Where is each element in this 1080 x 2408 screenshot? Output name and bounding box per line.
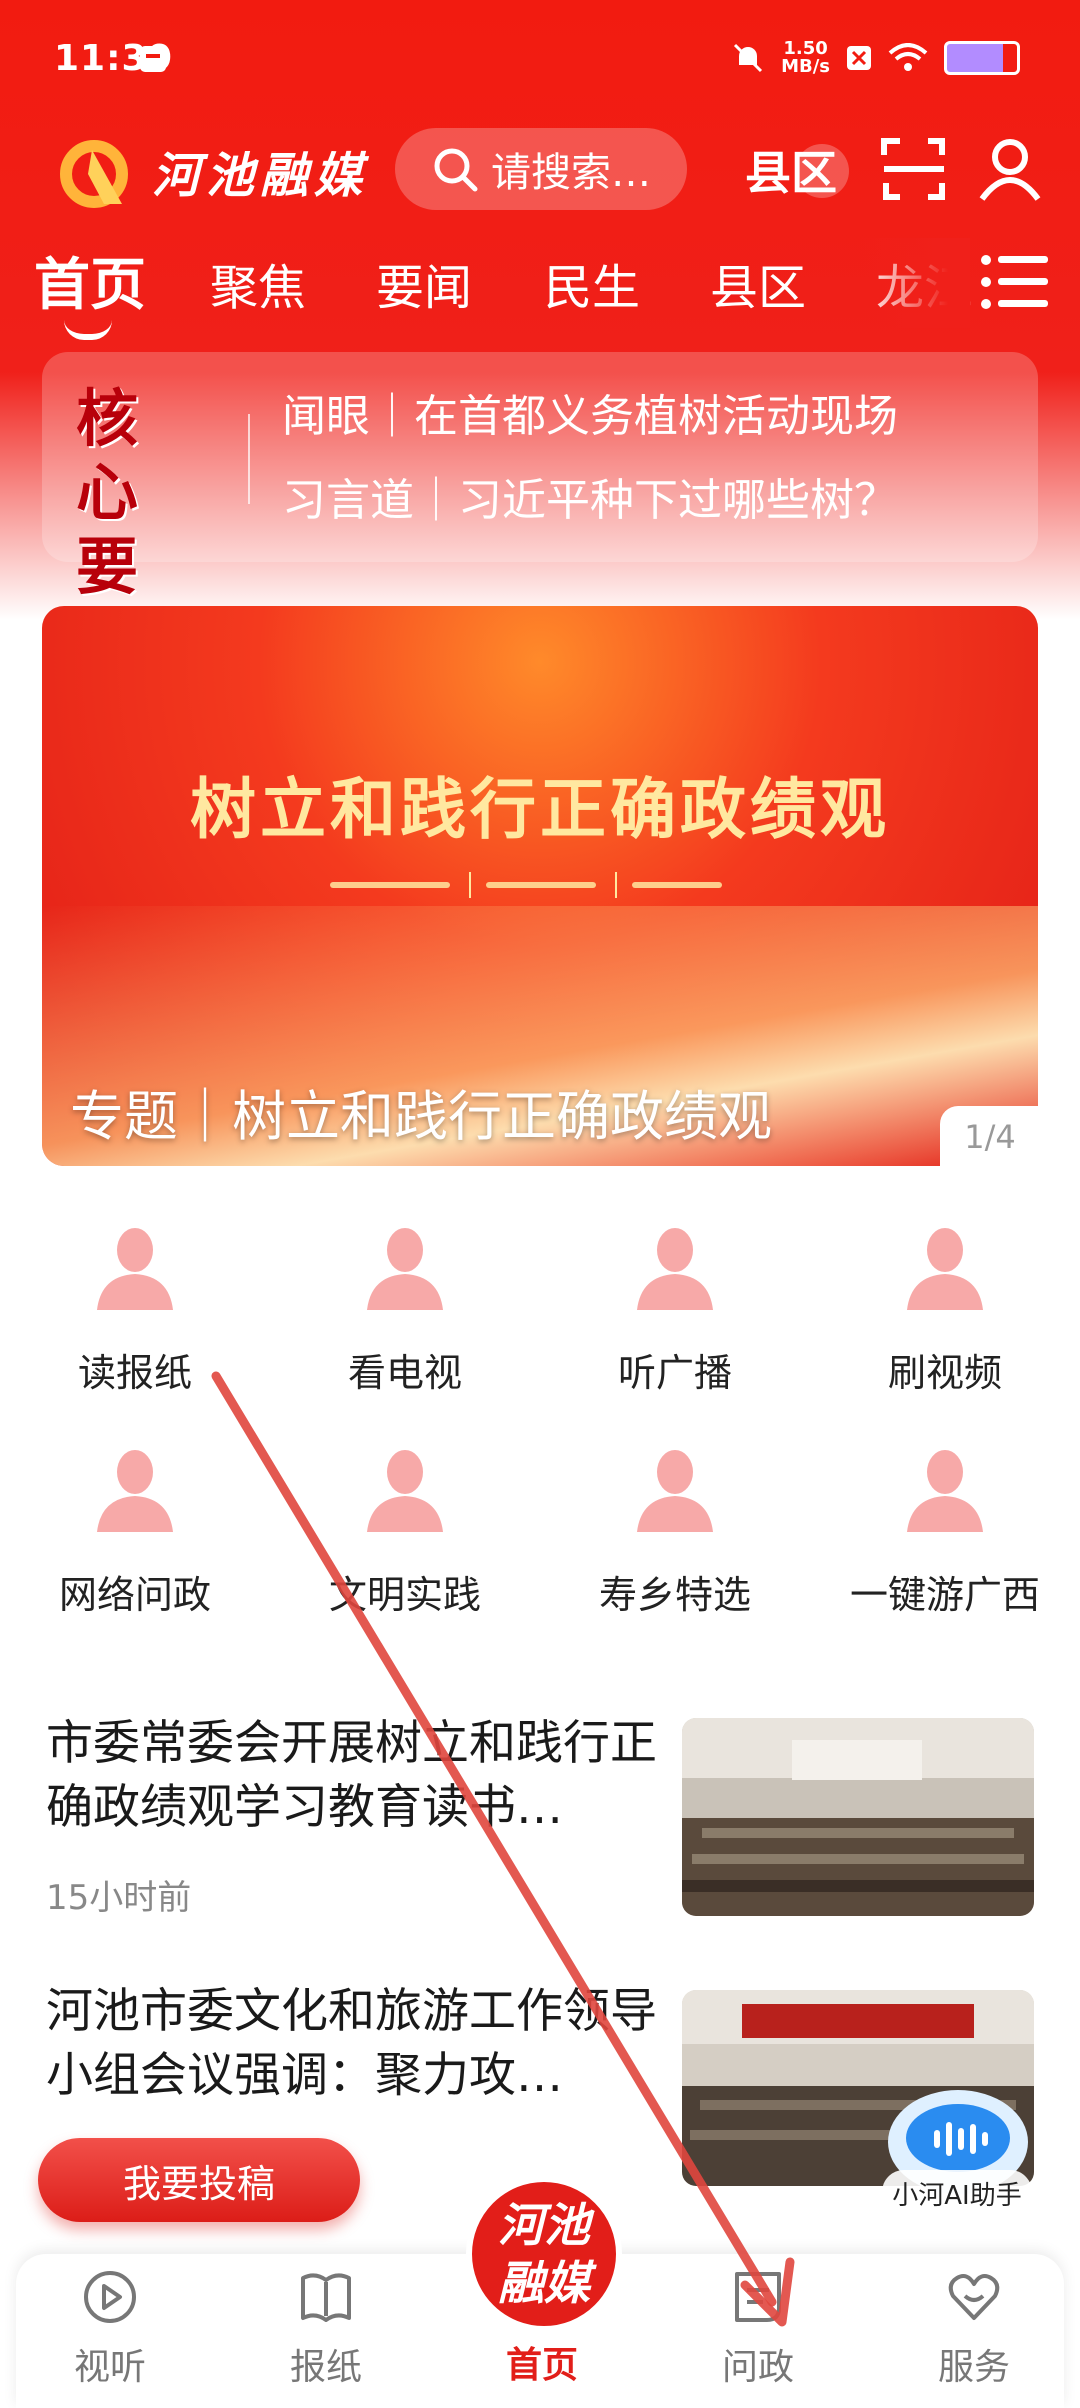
- nav-label: 服务: [937, 2347, 1010, 2388]
- notification-icon: [140, 46, 166, 72]
- nav-services[interactable]: 服务: [904, 2268, 1044, 2390]
- mute-icon: [734, 43, 763, 73]
- core-news-divider: [248, 414, 250, 504]
- app-logo: 河池融媒: [52, 130, 372, 210]
- network-speed-unit: MB/s: [781, 56, 830, 77]
- menu-icon[interactable]: [980, 252, 1050, 312]
- nav-label: 报纸: [289, 2347, 362, 2388]
- no-sim-icon: [847, 46, 871, 70]
- core-news-item[interactable]: 闻眼｜在首都义务植树活动现场: [282, 380, 1022, 444]
- nav-home[interactable]: 首页: [472, 2328, 612, 2388]
- play-circle-icon: [84, 2271, 136, 2323]
- service-radio[interactable]: 听广播: [540, 1222, 810, 1397]
- avatar-placeholder-icon: [97, 1450, 173, 1532]
- center-logo-button[interactable]: 河池 融媒: [466, 2176, 622, 2332]
- service-videos[interactable]: 刷视频: [810, 1222, 1080, 1397]
- news-item-title[interactable]: 市委常委会开展树立和践行正确政绩观学习教育读书…: [46, 1712, 666, 1840]
- search-icon: [434, 148, 478, 192]
- service-online-inquiry[interactable]: 网络问政: [0, 1444, 270, 1619]
- service-label: 看电视: [347, 1351, 462, 1395]
- avatar-placeholder-icon: [367, 1450, 443, 1532]
- search-placeholder: 请搜索…: [491, 150, 651, 196]
- county-label: 县区: [745, 146, 837, 200]
- service-label: 一键游广西: [849, 1573, 1040, 1617]
- service-civilization-practice[interactable]: 文明实践: [270, 1444, 540, 1619]
- nav-label: 视听: [73, 2347, 146, 2388]
- service-watch-tv[interactable]: 看电视: [270, 1222, 540, 1397]
- tab-county[interactable]: 县区: [710, 248, 806, 318]
- banner-headline: 树立和践行正确政绩观: [190, 771, 890, 848]
- nav-audio-video[interactable]: 视听: [40, 2268, 180, 2390]
- avatar-placeholder-icon: [637, 1228, 713, 1310]
- avatar-placeholder-icon: [637, 1450, 713, 1532]
- avatar-placeholder-icon: [907, 1228, 983, 1310]
- tab-home[interactable]: 首页: [34, 240, 146, 321]
- tab-livelihood[interactable]: 民生: [544, 248, 640, 318]
- core-news-label-line1: 核心: [76, 382, 139, 529]
- banner-caption: 专题｜树立和践行正确政绩观: [70, 1085, 772, 1148]
- core-news-card: 核心 要闻 闻眼｜在首都义务植树活动现场 习言道｜习近平种下过哪些树？: [42, 352, 1038, 677]
- topic-banner[interactable]: 树立和践行正确政绩观 专题｜树立和践行正确政绩观: [42, 606, 1038, 1166]
- service-label: 文明实践: [328, 1573, 481, 1617]
- battery-icon: [944, 41, 1020, 75]
- avatar-placeholder-icon: [97, 1228, 173, 1310]
- logo-wordmark: 河池融媒: [152, 148, 369, 204]
- news-thumbnail[interactable]: [682, 1718, 1034, 1916]
- service-read-newspaper[interactable]: 读报纸: [0, 1222, 270, 1397]
- nav-newspaper[interactable]: 报纸: [256, 2268, 396, 2390]
- logo-mark-icon: [60, 140, 128, 208]
- news-item-time: 15小时前: [46, 1878, 192, 1918]
- user-icon[interactable]: [976, 135, 1044, 203]
- book-icon: [301, 2273, 351, 2322]
- message-icon: [735, 2272, 781, 2322]
- banner-brand-logos: [42, 868, 1038, 909]
- service-longevity-selection[interactable]: 寿乡特选: [540, 1444, 810, 1619]
- brand-logo-strip: [330, 872, 722, 898]
- nav-label: 问政: [721, 2347, 794, 2388]
- banner-pager: 1/4: [940, 1106, 1040, 1168]
- avatar-placeholder-icon: [907, 1450, 983, 1532]
- service-label: 听广播: [617, 1351, 732, 1395]
- tab-headlines[interactable]: 要闻: [376, 248, 472, 318]
- service-label: 刷视频: [887, 1351, 1002, 1395]
- news-item-title[interactable]: 河池市委文化和旅游工作领导小组会议强调：聚力攻…: [46, 1980, 666, 2108]
- scan-icon[interactable]: [880, 135, 948, 203]
- county-switch-button[interactable]: 县区: [735, 138, 849, 202]
- heart-icon: [948, 2274, 1000, 2320]
- search-bar[interactable]: 请搜索…: [395, 128, 687, 210]
- service-guangxi-tour[interactable]: 一键游广西: [810, 1444, 1080, 1619]
- service-label: 寿乡特选: [598, 1573, 751, 1617]
- status-bar: 11:39 1.50 MB/s: [0, 0, 1080, 120]
- submit-article-button[interactable]: 我要投稿: [38, 2138, 360, 2222]
- center-logo-wordmark: 河池 融媒: [498, 2198, 590, 2310]
- category-tabs: 首页 聚焦 要闻 民生 县区 龙江: [0, 238, 1080, 340]
- network-speed: 1.50 MB/s: [781, 40, 830, 76]
- nav-inquiry[interactable]: 问政: [688, 2268, 828, 2390]
- service-label: 网络问政: [58, 1573, 211, 1617]
- tab-focus[interactable]: 聚焦: [210, 248, 306, 318]
- tab-fade: [860, 238, 970, 328]
- nav-label: 首页: [505, 2345, 578, 2386]
- ai-assistant-label[interactable]: 小河AI助手: [882, 2170, 1032, 2216]
- avatar-placeholder-icon: [367, 1228, 443, 1310]
- status-icons: 1.50 MB/s: [731, 40, 1020, 76]
- service-label: 读报纸: [77, 1351, 192, 1395]
- wifi-icon: [888, 43, 928, 71]
- core-news-item[interactable]: 习言道｜习近平种下过哪些树？: [282, 464, 1022, 528]
